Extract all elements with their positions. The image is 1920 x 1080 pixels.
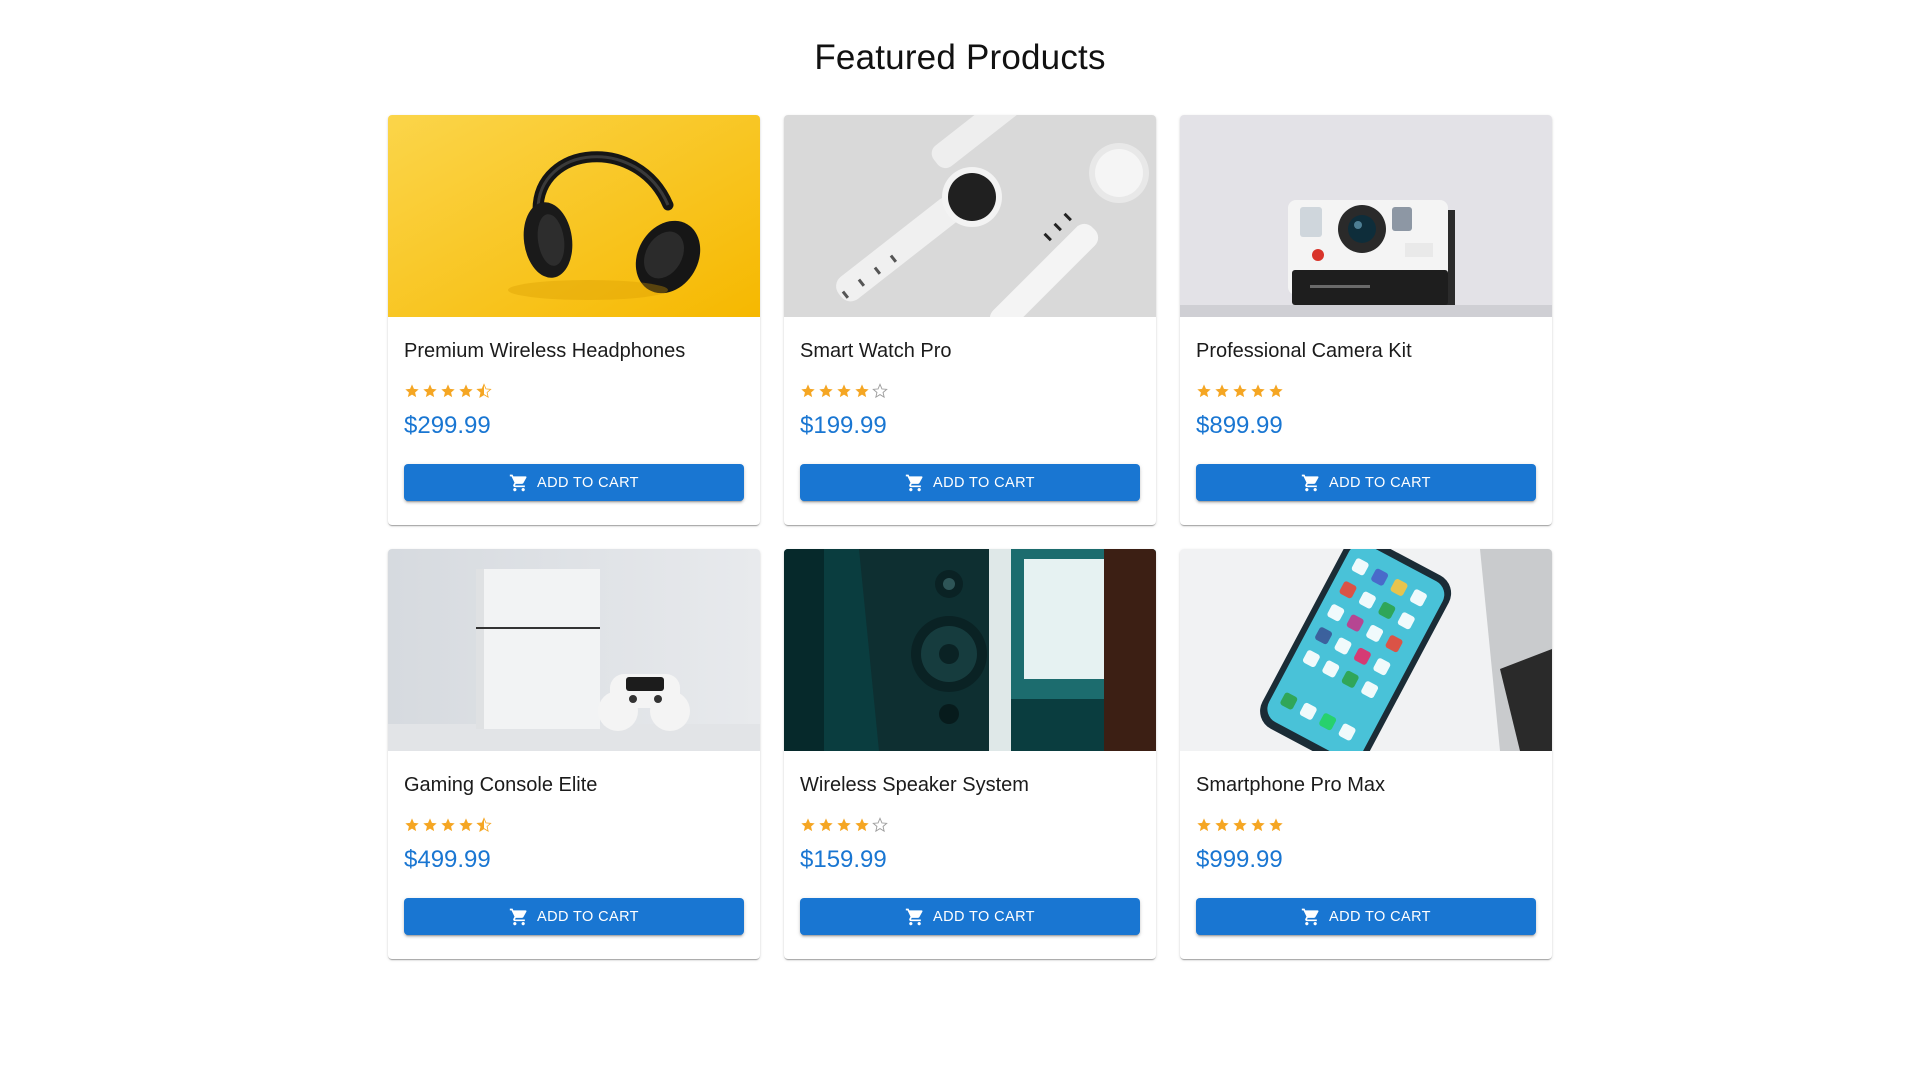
star-full-icon [818, 817, 834, 833]
add-to-cart-button[interactable]: Add to Cart [800, 464, 1140, 501]
star-half-icon [476, 383, 492, 399]
rating-stars [404, 815, 744, 835]
star-full-icon [1250, 383, 1266, 399]
product-price: $159.99 [800, 846, 887, 873]
product-grid: Premium Wireless Headphones $299.99 Add … [388, 115, 1553, 959]
rating-stars [1196, 381, 1536, 401]
product-image-console [388, 549, 760, 751]
rating-stars [800, 815, 1140, 835]
shopping-cart-icon [905, 907, 925, 927]
star-empty-icon [872, 817, 888, 833]
product-card-console: Gaming Console Elite $499.99 Add to Cart [388, 549, 760, 959]
star-full-icon [422, 817, 438, 833]
add-to-cart-button[interactable]: Add to Cart [1196, 464, 1536, 501]
add-to-cart-button[interactable]: Add to Cart [1196, 898, 1536, 935]
product-price: $999.99 [1196, 846, 1283, 873]
rating-stars [404, 381, 744, 401]
product-price: $299.99 [404, 412, 491, 439]
product-card-smartwatch: Smart Watch Pro $199.99 Add to Cart [784, 115, 1156, 525]
page-title: Featured Products [814, 38, 1106, 77]
star-full-icon [440, 817, 456, 833]
product-name: Smartphone Pro Max [1196, 774, 1385, 796]
star-full-icon [1232, 817, 1248, 833]
product-name: Wireless Speaker System [800, 774, 1029, 796]
star-full-icon [1268, 817, 1284, 833]
star-full-icon [1196, 817, 1212, 833]
product-card-smartphone: Smartphone Pro Max $999.99 Add to Cart [1180, 549, 1552, 959]
star-full-icon [854, 817, 870, 833]
star-full-icon [1268, 383, 1284, 399]
star-full-icon [800, 383, 816, 399]
star-full-icon [1214, 817, 1230, 833]
shopping-cart-icon [1301, 473, 1321, 493]
add-to-cart-label: Add to Cart [1329, 474, 1431, 491]
product-price: $499.99 [404, 846, 491, 873]
product-image-headphones [388, 115, 760, 317]
star-full-icon [836, 383, 852, 399]
star-full-icon [404, 817, 420, 833]
star-full-icon [458, 383, 474, 399]
shopping-cart-icon [905, 473, 925, 493]
rating-stars [800, 381, 1140, 401]
product-name: Gaming Console Elite [404, 774, 598, 796]
add-to-cart-button[interactable]: Add to Cart [800, 898, 1140, 935]
add-to-cart-button[interactable]: Add to Cart [404, 464, 744, 501]
add-to-cart-label: Add to Cart [933, 474, 1035, 491]
add-to-cart-button[interactable]: Add to Cart [404, 898, 744, 935]
star-full-icon [1214, 383, 1230, 399]
product-name: Premium Wireless Headphones [404, 340, 686, 362]
add-to-cart-label: Add to Cart [537, 908, 639, 925]
product-price: $899.99 [1196, 412, 1283, 439]
product-price: $199.99 [800, 412, 887, 439]
product-image-smartphone [1180, 549, 1552, 751]
add-to-cart-label: Add to Cart [537, 474, 639, 491]
star-full-icon [818, 383, 834, 399]
star-full-icon [1232, 383, 1248, 399]
product-card-headphones: Premium Wireless Headphones $299.99 Add … [388, 115, 760, 525]
product-name: Smart Watch Pro [800, 340, 952, 362]
star-full-icon [440, 383, 456, 399]
shopping-cart-icon [1301, 907, 1321, 927]
star-full-icon [800, 817, 816, 833]
shopping-cart-icon [509, 907, 529, 927]
star-full-icon [836, 817, 852, 833]
star-full-icon [854, 383, 870, 399]
star-half-icon [476, 817, 492, 833]
star-empty-icon [872, 383, 888, 399]
product-image-camera [1180, 115, 1552, 317]
product-card-speaker: Wireless Speaker System $159.99 Add to C… [784, 549, 1156, 959]
star-full-icon [404, 383, 420, 399]
star-full-icon [1250, 817, 1266, 833]
shopping-cart-icon [509, 473, 529, 493]
product-name: Professional Camera Kit [1196, 340, 1412, 362]
add-to-cart-label: Add to Cart [933, 908, 1035, 925]
add-to-cart-label: Add to Cart [1329, 908, 1431, 925]
rating-stars [1196, 815, 1536, 835]
star-full-icon [422, 383, 438, 399]
star-full-icon [458, 817, 474, 833]
star-full-icon [1196, 383, 1212, 399]
product-image-smartwatch [784, 115, 1156, 317]
product-page: Featured Products Premium Wireless Headp… [0, 0, 1920, 1080]
product-card-camera: Professional Camera Kit $899.99 Add to C… [1180, 115, 1552, 525]
product-image-speaker [784, 549, 1156, 751]
